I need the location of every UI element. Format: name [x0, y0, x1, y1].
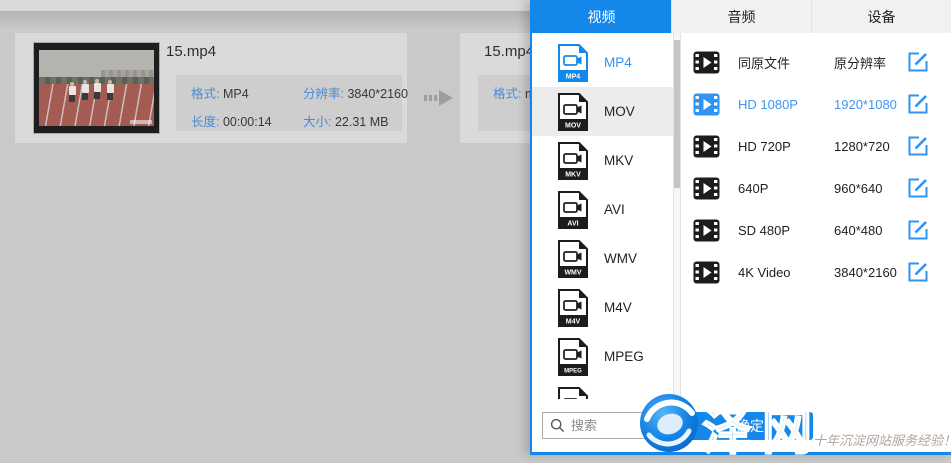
- format-item-mkv[interactable]: MKV MKV: [532, 136, 673, 185]
- filmstrip-play-icon: [693, 135, 720, 158]
- preset-name: HD 720P: [738, 139, 834, 154]
- preset-name: 4K Video: [738, 265, 834, 280]
- format-item-mpeg[interactable]: MPEG MPEG: [532, 332, 673, 381]
- preset-resolution: 1280*720: [834, 139, 890, 154]
- svg-text:MOV: MOV: [565, 122, 581, 129]
- file-info-pair: 长度: 00:00:14: [191, 111, 303, 132]
- tab-video[interactable]: 视频: [532, 0, 672, 33]
- file-type-icon: AVI: [556, 190, 590, 230]
- preset-item-640p[interactable]: 640P960*640: [681, 167, 951, 209]
- format-picker-panel: 视频音频设备 MP4 MP4 MOV MOV MKV MKV AVI AVI: [530, 0, 951, 455]
- preset-item-sd-480p[interactable]: SD 480P640*480: [681, 209, 951, 251]
- source-file-info: 格式: MP4分辨率: 3840*2160长度: 00:00:14大小: 22.…: [176, 75, 402, 131]
- format-label: M4V: [604, 300, 632, 315]
- source-file-title: 15.mp4: [166, 43, 216, 60]
- svg-text:MKV: MKV: [565, 171, 581, 178]
- preset-edit-button[interactable]: [907, 51, 929, 73]
- svg-text:M4V: M4V: [566, 318, 581, 325]
- search-icon: [550, 418, 565, 433]
- preset-resolution: 960*640: [834, 181, 882, 196]
- format-label: MP4: [604, 55, 632, 70]
- preset-resolution: 640*480: [834, 223, 882, 238]
- preset-name: 同原文件: [738, 53, 834, 72]
- tab-audio[interactable]: 音频: [672, 0, 812, 33]
- format-item-wmv[interactable]: WMV WMV: [532, 234, 673, 283]
- format-label: MOV: [604, 104, 635, 119]
- thumbnail-watermark: [130, 120, 152, 124]
- file-info-pair: 格式: MP4: [191, 83, 303, 104]
- preset-item-4k-video[interactable]: 4K Video3840*2160: [681, 251, 951, 293]
- format-item-partial[interactable]: [532, 381, 673, 399]
- preset-name: HD 1080P: [738, 97, 834, 112]
- format-label: AVI: [604, 202, 625, 217]
- search-box[interactable]: [542, 412, 674, 439]
- format-list: MP4 MP4 MOV MOV MKV MKV AVI AVI WMV WMV …: [532, 33, 673, 399]
- preset-item-hd-720p[interactable]: HD 720P1280*720: [681, 125, 951, 167]
- file-type-icon: MP4: [556, 43, 590, 83]
- preset-list: 同原文件原分辨率 HD 1080P1920*1080 HD 720P1280*7…: [681, 33, 951, 399]
- filmstrip-play-icon: [693, 261, 720, 284]
- format-list-scrollbar[interactable]: [673, 33, 681, 399]
- output-file-title: 15.mp4: [484, 43, 534, 60]
- format-label: MPEG: [604, 349, 644, 364]
- video-thumbnail[interactable]: [33, 42, 160, 134]
- convert-arrow-icon: [424, 87, 456, 109]
- edit-icon[interactable]: [907, 93, 929, 115]
- format-item-mov[interactable]: MOV MOV: [532, 87, 673, 136]
- preset-edit-button[interactable]: [907, 135, 929, 157]
- preset-edit-button[interactable]: [907, 177, 929, 199]
- confirm-button[interactable]: 确定: [687, 412, 813, 440]
- preset-item-同原文件[interactable]: 同原文件原分辨率: [681, 41, 951, 83]
- thumbnail-scene: [39, 50, 154, 126]
- preset-resolution: 原分辨率: [834, 53, 886, 72]
- format-label: MKV: [604, 153, 633, 168]
- file-type-icon: [556, 386, 590, 400]
- edit-icon[interactable]: [907, 51, 929, 73]
- edit-icon[interactable]: [907, 261, 929, 283]
- preset-edit-button[interactable]: [907, 261, 929, 283]
- edit-icon[interactable]: [907, 177, 929, 199]
- filmstrip-play-icon: [693, 51, 720, 74]
- filmstrip-play-icon: [693, 219, 720, 242]
- format-tabs: 视频音频设备: [532, 0, 951, 33]
- file-type-icon: WMV: [556, 239, 590, 279]
- tab-device[interactable]: 设备: [812, 0, 951, 33]
- file-info-pair: 大小: 22.31 MB: [303, 111, 408, 132]
- format-item-m4v[interactable]: M4V M4V: [532, 283, 673, 332]
- preset-edit-button[interactable]: [907, 219, 929, 241]
- filmstrip-play-icon: [693, 177, 720, 200]
- file-info-pair: 分辨率: 3840*2160: [303, 83, 408, 104]
- file-type-icon: M4V: [556, 288, 590, 328]
- file-type-icon: MKV: [556, 141, 590, 181]
- svg-text:WMV: WMV: [564, 269, 581, 276]
- source-file-card: 15.mp4 格式: MP4分辨率: 3840*2160长度: 00:00:14…: [15, 33, 407, 143]
- preset-name: 640P: [738, 181, 834, 196]
- format-label: WMV: [604, 251, 637, 266]
- svg-text:MPEG: MPEG: [564, 368, 582, 374]
- file-type-icon: MPEG: [556, 337, 590, 377]
- preset-item-hd-1080p[interactable]: HD 1080P1920*1080: [681, 83, 951, 125]
- preset-resolution: 1920*1080: [834, 97, 897, 112]
- preset-edit-button[interactable]: [907, 93, 929, 115]
- preset-name: SD 480P: [738, 223, 834, 238]
- format-item-mp4[interactable]: MP4 MP4: [532, 38, 673, 87]
- panel-footer: 确定: [532, 399, 951, 452]
- preset-resolution: 3840*2160: [834, 265, 897, 280]
- svg-text:MP4: MP4: [566, 73, 581, 80]
- file-type-icon: MOV: [556, 92, 590, 132]
- edit-icon[interactable]: [907, 135, 929, 157]
- filmstrip-play-icon: [693, 93, 720, 116]
- search-input[interactable]: [571, 418, 666, 433]
- edit-icon[interactable]: [907, 219, 929, 241]
- svg-text:AVI: AVI: [567, 220, 578, 227]
- scrollbar-thumb[interactable]: [674, 40, 680, 188]
- format-item-avi[interactable]: AVI AVI: [532, 185, 673, 234]
